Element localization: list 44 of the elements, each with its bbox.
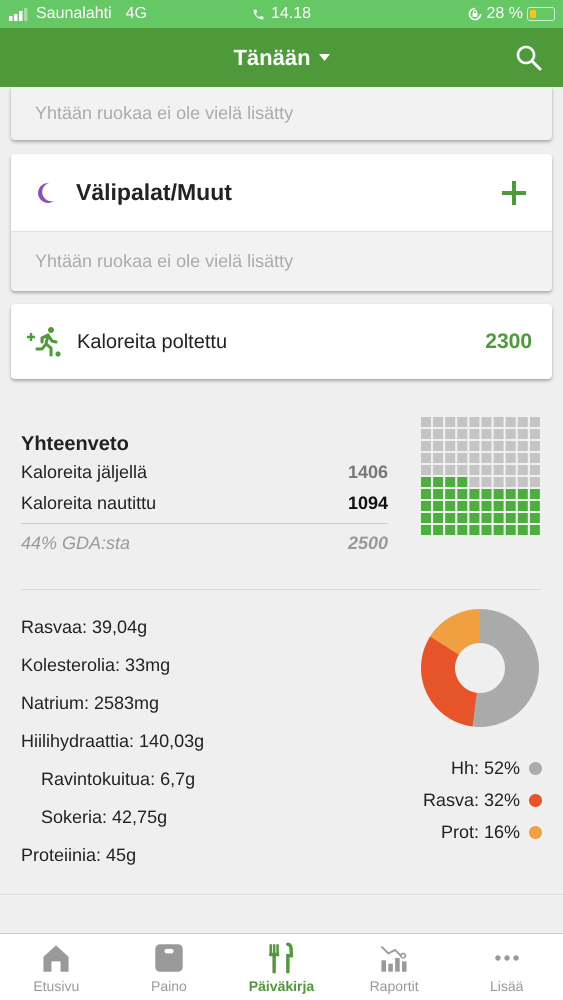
summary-value: 1094 [348, 492, 388, 515]
battery-percent: 28 % [486, 4, 523, 24]
nutrient-label: Hiilihydraattia: 140,03g [21, 730, 204, 753]
gda-value: 2500 [348, 532, 388, 555]
meal-title: Välipalat/Muut [76, 178, 232, 208]
tab-button[interactable]: Päiväkirja [225, 934, 338, 1000]
add-button[interactable] [500, 178, 528, 206]
exercise-card[interactable]: Kaloreita poltettu 2300 [11, 304, 552, 379]
calories-burned-value: 2300 [485, 328, 532, 355]
signal-icon [8, 8, 30, 20]
empty-message: Yhtään ruokaa ei ole vielä lisätty [35, 250, 294, 273]
phone-icon [252, 8, 265, 20]
empty-message: Yhtään ruokaa ei ole vielä lisätty [35, 102, 294, 125]
moon-icon [35, 182, 55, 204]
legend-label: Hh: 52% [450, 756, 520, 780]
exercise-label: Kaloreita poltettu [77, 330, 228, 354]
network-type: 4G [126, 4, 147, 24]
legend-label: Rasva: 32% [422, 788, 520, 812]
nutrient-label: Proteiinia: 45g [21, 844, 138, 867]
carrier-name: Saunalahti [36, 4, 112, 24]
tab-button[interactable]: Lisää [450, 934, 563, 1000]
more-icon [494, 955, 519, 961]
search-button[interactable] [515, 44, 543, 72]
tab-button[interactable]: Raportit [338, 934, 450, 1000]
nutrient-label: Natrium: 2583mg [21, 692, 160, 715]
nutrient-label: Sokeria: 42,75g [40, 806, 168, 829]
summary-value: 1406 [348, 461, 388, 484]
gda-label: 44% GDA:sta [21, 532, 130, 555]
scale-icon [152, 942, 185, 974]
battery-icon [527, 7, 555, 21]
rotation-lock-icon [466, 6, 483, 22]
nutrient-label: Ravintokuitua: 6,7g [40, 768, 196, 791]
caret-icon [318, 54, 330, 61]
summary-label: Kaloreita jäljellä [21, 461, 148, 484]
tab-button[interactable]: Paino [112, 934, 226, 1000]
nutrient-label: Rasvaa: 39,04g [21, 616, 148, 639]
legend-label: Prot: 16% [440, 820, 520, 844]
running-person-icon [27, 326, 61, 356]
clock-time: 14.18 [270, 4, 312, 24]
nutrient-label: Kolesterolia: 33mg [21, 654, 172, 677]
tab-button[interactable]: Etusivu [0, 934, 113, 1000]
date-dropdown[interactable]: Tänään [233, 41, 330, 74]
summary-title: Yhteenveto [21, 432, 130, 457]
summary-label: Kaloreita nautittu [21, 492, 156, 515]
